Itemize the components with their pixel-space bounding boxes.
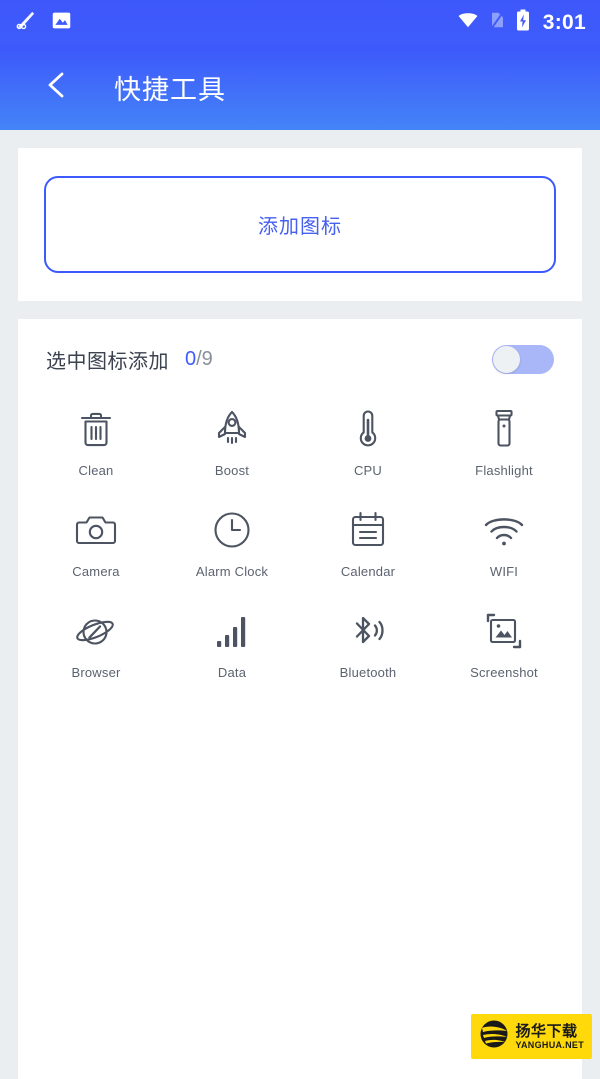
add-icon-button[interactable]: 添加图标	[44, 176, 556, 273]
gallery-icon	[51, 10, 72, 36]
watermark-cn: 扬华下载	[515, 1022, 578, 1040]
tool-label: Data	[217, 665, 247, 680]
battery-charging-icon	[516, 9, 530, 36]
tool-grid-card: 选中图标添加 0/9 Clean Boost CPU Flashlight Ca…	[18, 319, 582, 1079]
page-title: 快捷工具	[114, 75, 226, 105]
clock-icon	[212, 507, 252, 553]
wifi-icon	[457, 11, 479, 34]
watermark-text: 扬华下载 YANGHUA.NET	[516, 1024, 584, 1050]
status-bar-notifications	[14, 9, 72, 37]
add-icon-label: 添加图标	[258, 216, 342, 238]
tool-item-wifi[interactable]: WIFI	[436, 503, 572, 583]
tool-item-clean[interactable]: Clean	[28, 402, 164, 482]
app-bar: 快捷工具	[0, 45, 600, 130]
tool-item-camera[interactable]: Camera	[28, 503, 164, 583]
select-count: 0/9	[185, 348, 213, 371]
tool-item-calendar[interactable]: Calendar	[300, 503, 436, 583]
screenshot-icon	[484, 608, 524, 654]
select-mode-toggle[interactable]	[492, 345, 554, 374]
trash-icon	[77, 406, 115, 452]
rocket-icon	[212, 406, 252, 452]
tool-label: CPU	[353, 463, 383, 478]
tool-label: Browser	[71, 665, 121, 680]
status-bar: 3:01	[0, 0, 600, 45]
yanghua-logo-icon	[477, 1019, 511, 1054]
tool-item-bluetooth[interactable]: Bluetooth	[300, 604, 436, 684]
select-row: 选中图标添加 0/9	[18, 319, 582, 394]
select-count-total: /9	[196, 348, 213, 370]
toggle-knob	[493, 346, 520, 373]
tool-item-data[interactable]: Data	[164, 604, 300, 684]
tool-item-flashlight[interactable]: Flashlight	[436, 402, 572, 482]
watermark: 扬华下载 YANGHUA.NET	[470, 1014, 592, 1059]
flashlight-icon	[490, 406, 518, 452]
tool-label: Screenshot	[470, 665, 538, 680]
calendar-icon	[349, 507, 387, 553]
select-count-current: 0	[185, 348, 197, 370]
screenshot-tool-icon	[14, 9, 37, 37]
tool-label: Bluetooth	[339, 665, 397, 680]
tool-label: Boost	[214, 463, 250, 478]
signal-bars-icon	[212, 608, 252, 654]
tool-label: Clean	[78, 463, 114, 478]
back-button[interactable]	[40, 71, 74, 105]
watermark-en: YANGHUA.NET	[515, 1039, 584, 1050]
add-icon-card: 添加图标	[18, 148, 582, 301]
tool-label: WIFI	[489, 564, 519, 579]
planet-icon	[75, 608, 117, 654]
tool-item-screenshot[interactable]: Screenshot	[436, 604, 572, 684]
status-bar-clock: 3:01	[542, 10, 586, 34]
tool-item-cpu[interactable]: CPU	[300, 402, 436, 482]
tool-label: Camera	[72, 564, 120, 579]
thermometer-icon	[353, 406, 383, 452]
tool-label: Alarm Clock	[195, 564, 269, 579]
tool-item-browser[interactable]: Browser	[28, 604, 164, 684]
no-sim-icon	[490, 10, 505, 35]
tool-label: Calendar	[340, 564, 396, 579]
camera-icon	[75, 507, 117, 553]
tool-item-alarm-clock[interactable]: Alarm Clock	[164, 503, 300, 583]
back-chevron-icon	[44, 70, 70, 105]
tool-label: Flashlight	[475, 463, 533, 478]
tool-icon-grid: Clean Boost CPU Flashlight Camera Alarm …	[18, 394, 582, 684]
wifi-icon	[483, 507, 525, 553]
tool-item-boost[interactable]: Boost	[164, 402, 300, 482]
select-label: 选中图标添加	[46, 351, 169, 373]
bluetooth-icon	[347, 608, 389, 654]
status-bar-system-icons: 3:01	[457, 9, 586, 36]
